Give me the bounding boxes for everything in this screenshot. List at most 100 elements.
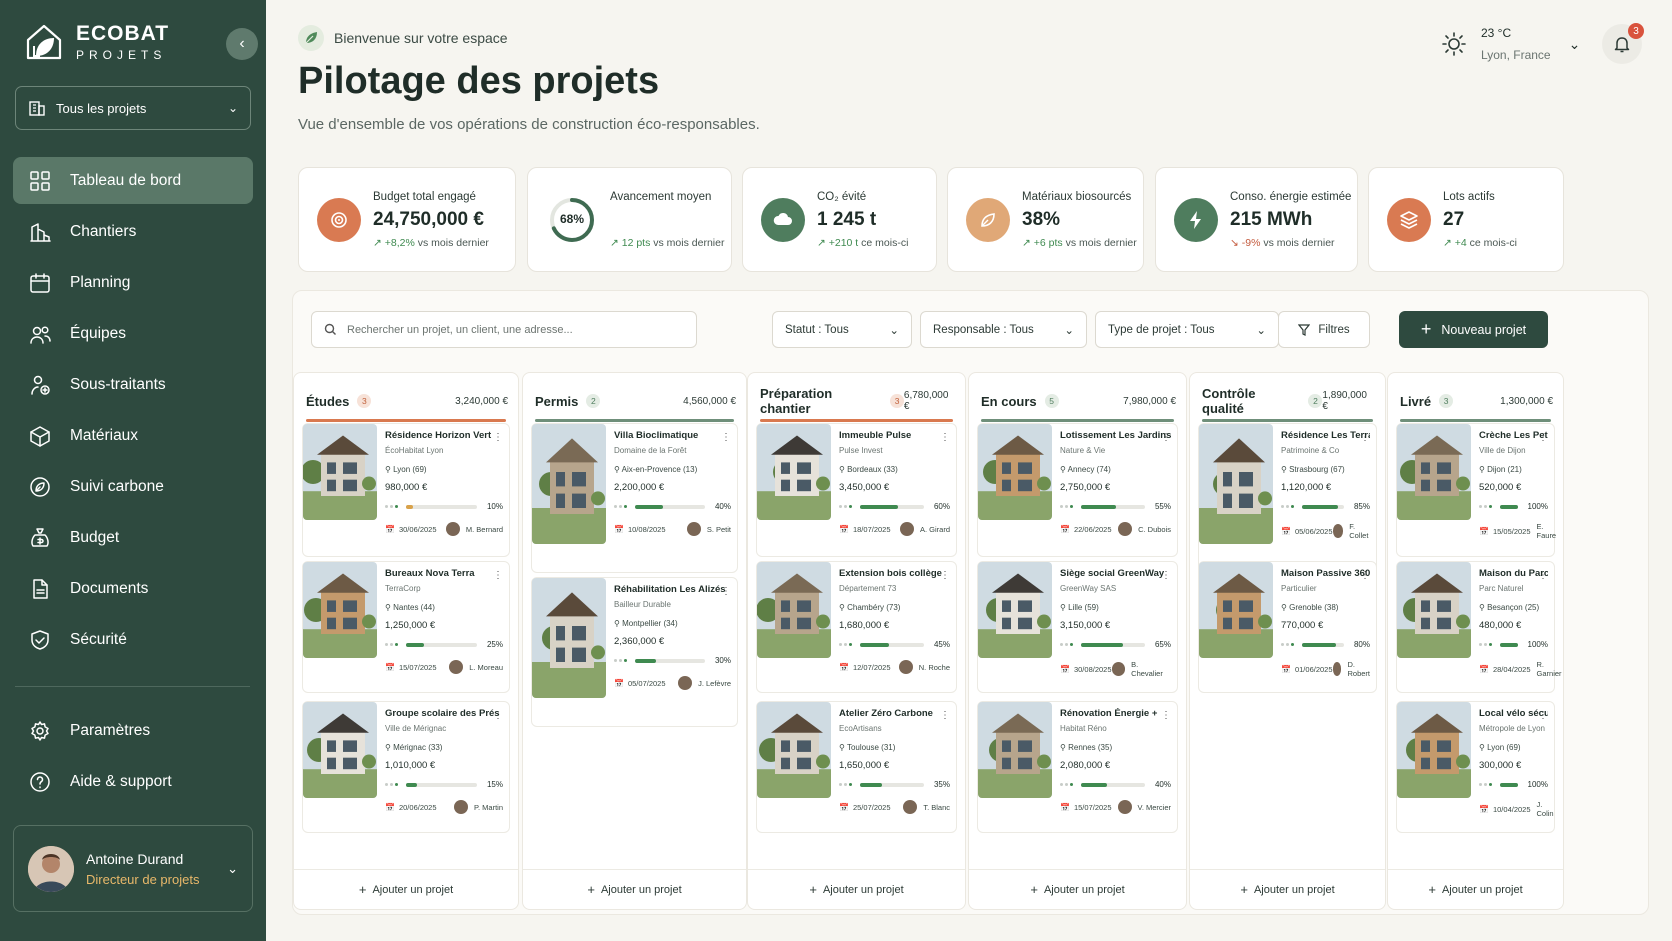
chevron-down-icon: ⌄ [227, 860, 238, 876]
project-card[interactable]: ⋮ Maison Passive 360 Particulier ⚲ Greno… [1198, 561, 1377, 693]
sidebar-item-equipes[interactable]: Équipes [13, 310, 253, 357]
brand-logo[interactable]: ECOBAT PROJETS [24, 22, 169, 62]
sidebar-item-label: Matériaux [70, 426, 139, 444]
project-card[interactable]: ⋮ Villa Bioclimatique Domaine de la Forê… [531, 423, 738, 573]
sidebar-item-aide-support[interactable]: Aide & support [13, 758, 253, 805]
weather-widget[interactable]: 23 °C Lyon, France ⌄ [1441, 26, 1580, 62]
project-card[interactable]: ⋮ Rénovation Énergie + Habitat Réno ⚲ Re… [977, 701, 1178, 833]
main-nav: Tableau de bord Chantiers Planning Équip… [13, 157, 253, 667]
kpi-label: Lots actifs [1443, 190, 1495, 203]
owner-filter[interactable]: Responsable : Tous ⌄ [920, 311, 1087, 348]
kpi-card[interactable]: 68% Avancement moyen 0 ↗ 12 pts vs mois … [527, 167, 732, 272]
column-count-badge: 3 [890, 394, 904, 408]
owner-filter-label: Responsable : Tous [933, 323, 1034, 336]
progress-bar [406, 642, 477, 647]
project-client: GreenWay SAS [1060, 584, 1117, 593]
project-owner: V. Mercier [1137, 802, 1171, 812]
project-location-label: Toulouse (31) [846, 743, 896, 752]
money-bag-icon [29, 527, 51, 549]
add-project-button[interactable]: + Ajouter un projet [523, 869, 746, 909]
kpi-card[interactable]: Lots actifs 27 ↗ +4 ce mois-ci [1368, 167, 1564, 272]
trend-arrow-icon: ↗ [817, 236, 826, 249]
project-owner: F. Collet [1349, 522, 1369, 540]
project-card[interactable]: ⋮ Siège social GreenWay GreenWay SAS ⚲ L… [977, 561, 1178, 693]
user-profile-menu[interactable]: Antoine Durand Directeur de projets ⌄ [13, 825, 253, 912]
kpi-delta: ↗ +4 ce mois-ci [1443, 237, 1517, 249]
project-location-label: Dijon (21) [1487, 465, 1522, 474]
add-project-button[interactable]: + Ajouter un projet [969, 869, 1186, 909]
owner-avatar [1117, 800, 1132, 814]
project-card[interactable]: ⋮ Résidence Horizon Vert ÉcoHabitat Lyon… [302, 423, 510, 557]
plus-icon: + [809, 882, 817, 897]
project-amount: 2,360,000 € [614, 636, 665, 647]
add-project-button[interactable]: + Ajouter un projet [748, 869, 965, 909]
collapse-sidebar-button[interactable]: ‹ [226, 28, 258, 60]
sidebar-item-suivi-carbone[interactable]: Suivi carbone [13, 463, 253, 510]
project-owner: C. Dubois [1138, 524, 1171, 534]
project-card[interactable]: ⋮ Bureaux Nova Terra TerraCorp ⚲ Nantes … [302, 561, 510, 693]
sidebar-item-tableau-de-bord[interactable]: Tableau de bord [13, 157, 253, 204]
card-footer: 📅 20/06/2025 P. Martin [385, 800, 503, 814]
calendar-icon: 📅 [839, 662, 849, 672]
project-amount: 520,000 € [1479, 482, 1522, 493]
kpi-card[interactable]: Conso. énergie estimée 215 MWh ↘ -9% vs … [1155, 167, 1358, 272]
project-card[interactable]: ⋮ Lotissement Les Jardins Nature & Vie ⚲… [977, 423, 1178, 557]
project-card[interactable]: ⋮ Local vélo sécurisé Métropole de Lyon … [1396, 701, 1555, 833]
project-card[interactable]: ⋮ Immeuble Pulse Pulse Invest ⚲ Bordeaux… [756, 423, 957, 557]
filters-button[interactable]: Filtres [1278, 311, 1370, 348]
project-location-label: Aix-en-Provence (13) [621, 465, 698, 474]
kpi-card[interactable]: Budget total engagé 24,750,000 € ↗ +8,2%… [298, 167, 516, 272]
project-owner: M. Bernard [465, 524, 503, 534]
kpi-card[interactable]: CO₂ évité 1 245 t ↗ +210 t ce mois-ci [742, 167, 937, 272]
status-filter[interactable]: Statut : Tous ⌄ [772, 311, 912, 348]
sidebar-item-securite[interactable]: Sécurité [13, 616, 253, 663]
sidebar-item-sous-traitants[interactable]: Sous-traitants [13, 361, 253, 408]
calendar-icon [29, 272, 51, 294]
column-header: Études 3 3,240,000 € [306, 383, 508, 419]
project-amount: 3,450,000 € [839, 482, 890, 493]
sidebar-item-planning[interactable]: Planning [13, 259, 253, 306]
column-total: 6,780,000 € [903, 390, 949, 412]
project-owner: S. Petit [706, 524, 731, 534]
project-location-label: Strasbourg (67) [1289, 465, 1345, 474]
project-location-label: Annecy (74) [1067, 465, 1111, 474]
project-card[interactable]: ⋮ Résidence Les Terrasses Patrimoine & C… [1198, 423, 1377, 579]
project-card[interactable]: ⋮ Maison du Parc Parc Naturel ⚲ Besançon… [1396, 561, 1562, 693]
project-card[interactable]: ⋮ Réhabilitation Les Alizés Bailleur Dur… [531, 577, 738, 727]
progress-percent: 85% [1353, 502, 1370, 511]
add-project-button[interactable]: + Ajouter un projet [1190, 869, 1385, 909]
sidebar-item-label: Suivi carbone [70, 477, 164, 495]
phase-dots [614, 659, 629, 662]
project-select[interactable]: Tous les projets ⌄ [15, 86, 251, 130]
sidebar-item-chantiers[interactable]: Chantiers [13, 208, 253, 255]
project-photo [303, 424, 377, 520]
kpi-card[interactable]: Matériaux biosourcés 38% ↗ +6 pts vs moi… [947, 167, 1144, 272]
search-input[interactable]: Rechercher un projet, un client, une adr… [311, 311, 697, 348]
add-project-button[interactable]: + Ajouter un projet [1388, 869, 1563, 909]
sidebar-item-parametres[interactable]: Paramètres [13, 707, 253, 754]
add-project-label: Ajouter un projet [1043, 883, 1125, 896]
project-card[interactable]: ⋮ Groupe scolaire des Prés Ville de Méri… [302, 701, 510, 833]
project-card[interactable]: ⋮ Atelier Zéro Carbone EcoArtisans ⚲ Tou… [756, 701, 957, 833]
project-card[interactable]: ⋮ Extension bois collège Département 73 … [756, 561, 957, 693]
column-count-badge: 5 [1044, 394, 1059, 408]
project-type-filter[interactable]: Type de projet : Tous ⌄ [1095, 311, 1279, 348]
sidebar-item-budget[interactable]: Budget [13, 514, 253, 561]
add-project-button[interactable]: + Ajouter un projet [294, 869, 518, 909]
sidebar-item-documents[interactable]: Documents [13, 565, 253, 612]
calendar-icon: 📅 [1281, 526, 1291, 536]
project-amount: 2,200,000 € [614, 482, 665, 493]
new-project-button[interactable]: + Nouveau projet [1399, 311, 1548, 348]
project-board: Rechercher un projet, un client, une adr… [292, 290, 1649, 915]
owner-avatar [898, 660, 913, 674]
sidebar-item-materiaux[interactable]: Matériaux [13, 412, 253, 459]
progress-percent: 30% [714, 656, 731, 665]
owner-avatar [1111, 662, 1126, 676]
project-photo [303, 702, 377, 798]
sun-icon [1442, 32, 1466, 56]
project-card[interactable]: ⋮ Crèche Les Petits Pousses Ville de Dij… [1396, 423, 1556, 557]
map-pin-icon: ⚲ [1281, 465, 1287, 474]
notifications-button[interactable]: 3 [1602, 23, 1644, 64]
add-project-label: Ajouter un projet [1253, 883, 1335, 896]
kanban-column: Livré 3 1,300,000 € ⋮ Crèche Les Petits … [1387, 372, 1564, 910]
